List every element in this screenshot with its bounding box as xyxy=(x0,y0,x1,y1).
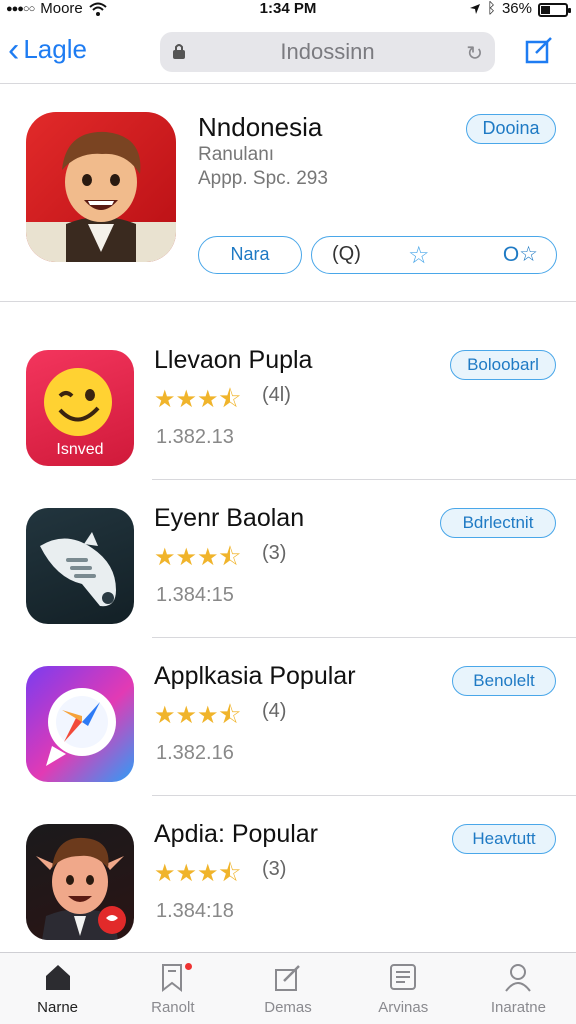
app-title: Applkasia Popular xyxy=(154,662,356,690)
featured-get-button[interactable]: Dooina xyxy=(466,114,556,144)
app-title: Eyenr Baolan xyxy=(154,504,305,532)
app-action-button[interactable]: Boloobarl xyxy=(450,350,556,380)
star-outline-icon[interactable]: ☆ xyxy=(408,241,430,270)
app-icon-character xyxy=(26,824,134,940)
rating-count: (3) xyxy=(262,542,287,564)
star-rating: ★★★⯪ xyxy=(154,860,242,887)
tab-ranolt[interactable]: Ranolt xyxy=(115,953,230,1024)
battery-percent: 36% xyxy=(501,0,532,17)
bluetooth-icon: ᛒ xyxy=(486,0,496,17)
status-bar: ●●●○○ Moore 1:34 PM ᛒ 36% xyxy=(0,0,576,20)
tab-arvinas[interactable]: Arvinas xyxy=(346,953,461,1024)
list-item[interactable]: Applkasia Popular ★★★⯪ (4) 1.382.16 Beno… xyxy=(0,638,576,796)
half-star-icon: ⯪ xyxy=(218,544,242,571)
app-action-button[interactable]: Heavtutt xyxy=(452,824,556,854)
tab-bar: Narne Ranolt Demas Arvinas Inaratne xyxy=(0,952,576,1024)
featured-name-button[interactable]: Nara xyxy=(198,236,302,274)
back-label: Lagle xyxy=(23,34,87,64)
bookmark-icon xyxy=(161,964,182,993)
app-title: Llevaon Pupla xyxy=(154,346,313,374)
app-icon-emoji: Isnved xyxy=(26,350,134,466)
tab-demas[interactable]: Demas xyxy=(230,953,345,1024)
notification-dot xyxy=(185,963,193,970)
tab-label: Inaratne xyxy=(490,999,546,1016)
app-action-button[interactable]: Benolelt xyxy=(452,666,556,696)
tab-label: Arvinas xyxy=(378,999,429,1016)
rating-o-control[interactable]: O☆ xyxy=(503,242,538,267)
star-rating: ★★★⯪ xyxy=(154,702,242,729)
edit-icon xyxy=(275,965,300,991)
address-bar[interactable]: Indossinn ↻ xyxy=(160,32,495,72)
app-action-button[interactable]: Bdrlectnit xyxy=(440,508,556,538)
chevron-left-icon: ‹ xyxy=(8,30,20,69)
tab-home[interactable]: Narne xyxy=(0,953,115,1024)
tab-label: Ranolt xyxy=(151,999,195,1016)
app-meta: 1.384:15 xyxy=(156,584,234,606)
star-rating: ★★★⯪ xyxy=(154,544,242,571)
app-meta: 1.384:18 xyxy=(156,900,234,922)
featured-app-meta: Appp. Spc. 293 xyxy=(198,168,328,189)
star-rating: ★★★⯪ xyxy=(154,386,242,413)
app-title: Apdia: Popular xyxy=(154,820,319,848)
featured-app-card: Nndonesia Ranulanı Appp. Spc. 293 Dooina… xyxy=(0,84,576,302)
battery-icon xyxy=(538,2,571,17)
battery-level xyxy=(541,5,551,14)
list-item[interactable]: Eyenr Baolan ★★★⯪ (3) 1.384:15 Bdrlectni… xyxy=(0,480,576,638)
featured-app-icon[interactable] xyxy=(26,112,176,262)
rating-o-label: O xyxy=(502,243,520,266)
featured-rating-control[interactable]: (Q) ☆ O☆ xyxy=(311,236,557,274)
address-text: Indossinn xyxy=(280,39,375,64)
tab-profile[interactable]: Inaratne xyxy=(461,953,576,1024)
app-meta: 1.382.13 xyxy=(156,426,234,448)
tab-label: Narne xyxy=(37,999,79,1016)
half-star-icon: ⯪ xyxy=(218,386,242,413)
tab-label: Demas xyxy=(264,999,312,1016)
app-icon-compass xyxy=(26,666,134,782)
home-icon xyxy=(45,965,70,990)
half-star-icon: ⯪ xyxy=(218,702,242,729)
wink-face-icon: Isnved xyxy=(44,368,112,458)
app-icon-label: Isnved xyxy=(56,441,103,458)
star-outline-icon: ☆ xyxy=(519,243,538,266)
profile-icon xyxy=(505,964,532,992)
featured-app-subtitle: Ranulanı xyxy=(198,144,275,165)
rating-count: (4) xyxy=(262,700,287,722)
app-meta: 1.382.16 xyxy=(156,742,234,764)
half-star-icon: ⯪ xyxy=(218,860,242,887)
rating-q-label: (Q) xyxy=(332,243,361,265)
character-icon xyxy=(36,837,126,940)
rating-count: (3) xyxy=(262,858,287,880)
list-item[interactable]: Isnved Llevaon Pupla ★★★⯪ (4l) 1.382.13 … xyxy=(0,322,576,480)
featured-app-title: Nndonesia xyxy=(198,112,323,142)
compose-icon[interactable] xyxy=(524,36,554,66)
ghost-icon xyxy=(40,532,116,607)
back-button[interactable]: ‹ Lagle xyxy=(8,30,87,69)
rating-count: (4l) xyxy=(262,384,291,406)
status-right: ᛒ 36% xyxy=(469,0,571,17)
list-item[interactable]: Apdia: Popular ★★★⯪ (3) 1.384:18 Heavtut… xyxy=(0,796,576,954)
location-icon xyxy=(469,3,480,14)
app-icon-ghost xyxy=(26,508,134,624)
character-illustration xyxy=(26,131,176,262)
navigation-bar: ‹ Lagle Indossinn ↻ xyxy=(0,22,576,84)
compass-chat-icon xyxy=(46,688,116,766)
list-icon xyxy=(390,964,417,990)
reload-icon[interactable]: ↻ xyxy=(466,41,483,66)
